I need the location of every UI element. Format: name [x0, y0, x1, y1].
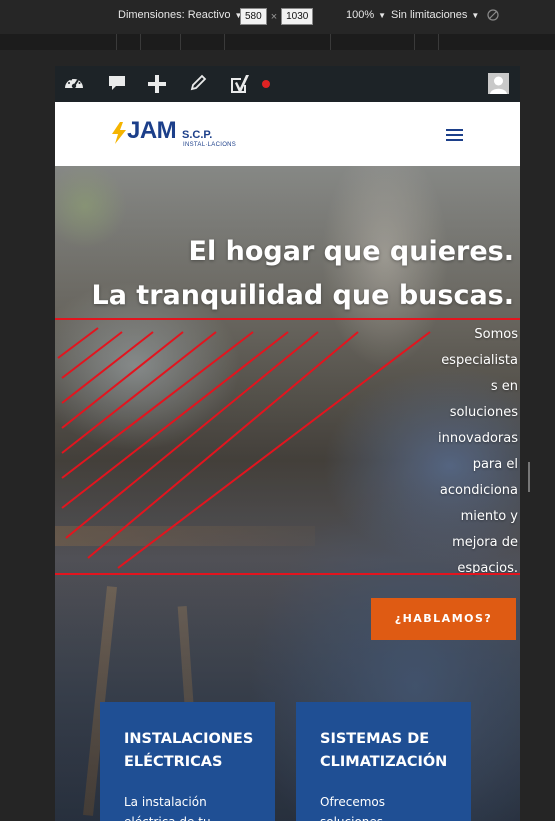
hero-heading: El hogar que quieres. La tranquilidad qu… [91, 230, 514, 318]
throttle-dropdown[interactable]: Sin limitaciones ▼ [391, 9, 479, 21]
hero-heading-line-1: El hogar que quieres. [188, 236, 514, 267]
dimensions-dropdown[interactable]: Dimensiones: Reactivo ▼ [118, 9, 242, 21]
device-frame: JAM S.C.P. INSTAL·LACIONS El hogar que q… [55, 66, 520, 821]
dimension-separator: × [270, 10, 278, 23]
pencil-icon[interactable] [188, 73, 208, 98]
service-card-electrical[interactable]: INSTALACIONES ELÉCTRICAS La instalación … [100, 702, 275, 821]
chevron-down-icon: ▼ [378, 10, 387, 20]
hablamos-button[interactable]: ¿HABLAMOS? [371, 598, 516, 640]
chevron-down-icon: ▼ [471, 10, 480, 20]
service-card-climatization[interactable]: SISTEMAS DE CLIMATIZACIÓN Ofrecemos solu… [296, 702, 471, 821]
responsive-toolbar: Dimensiones: Reactivo ▼ 580 × 1030 100% … [0, 0, 555, 34]
yoast-seo-icon[interactable] [228, 73, 252, 100]
lightning-bolt-icon [112, 122, 126, 144]
rotate-button[interactable] [486, 8, 500, 22]
scrollbar[interactable] [528, 462, 530, 492]
card-description: La instalación eléctrica de tu [124, 795, 211, 821]
logo-tagline: INSTAL·LACIONS [183, 142, 237, 148]
card-title: SISTEMAS DE CLIMATIZACIÓN [320, 731, 448, 770]
hero-heading-line-2: La tranquilidad que buscas. [91, 280, 514, 311]
card-description: Ofrecemos soluciones [320, 795, 385, 821]
rotate-icon [487, 9, 499, 21]
zoom-value: 100% [346, 9, 375, 21]
dashboard-icon[interactable] [63, 73, 85, 98]
logo-text: JAM [127, 117, 177, 144]
device-rulers [0, 34, 555, 50]
card-title: INSTALACIONES ELÉCTRICAS [124, 731, 254, 770]
status-dot-icon [262, 80, 270, 88]
dimensions-label: Dimensiones: Reactivo [118, 9, 231, 21]
zoom-dropdown[interactable]: 100% ▼ [346, 9, 386, 21]
hero-section: El hogar que quieres. La tranquilidad qu… [55, 166, 520, 821]
element-highlight-overlay [55, 318, 520, 575]
height-input[interactable]: 1030 [281, 8, 314, 25]
site-header: JAM S.C.P. INSTAL·LACIONS [55, 102, 520, 166]
width-input[interactable]: 580 [240, 8, 267, 25]
plus-icon[interactable] [146, 73, 168, 100]
user-avatar-icon[interactable] [488, 73, 509, 94]
hamburger-icon[interactable] [446, 129, 463, 141]
logo-suffix: S.C.P. [182, 129, 213, 141]
throttle-value: Sin limitaciones [391, 9, 468, 21]
comment-icon[interactable] [107, 73, 127, 98]
wp-admin-bar [55, 66, 520, 102]
